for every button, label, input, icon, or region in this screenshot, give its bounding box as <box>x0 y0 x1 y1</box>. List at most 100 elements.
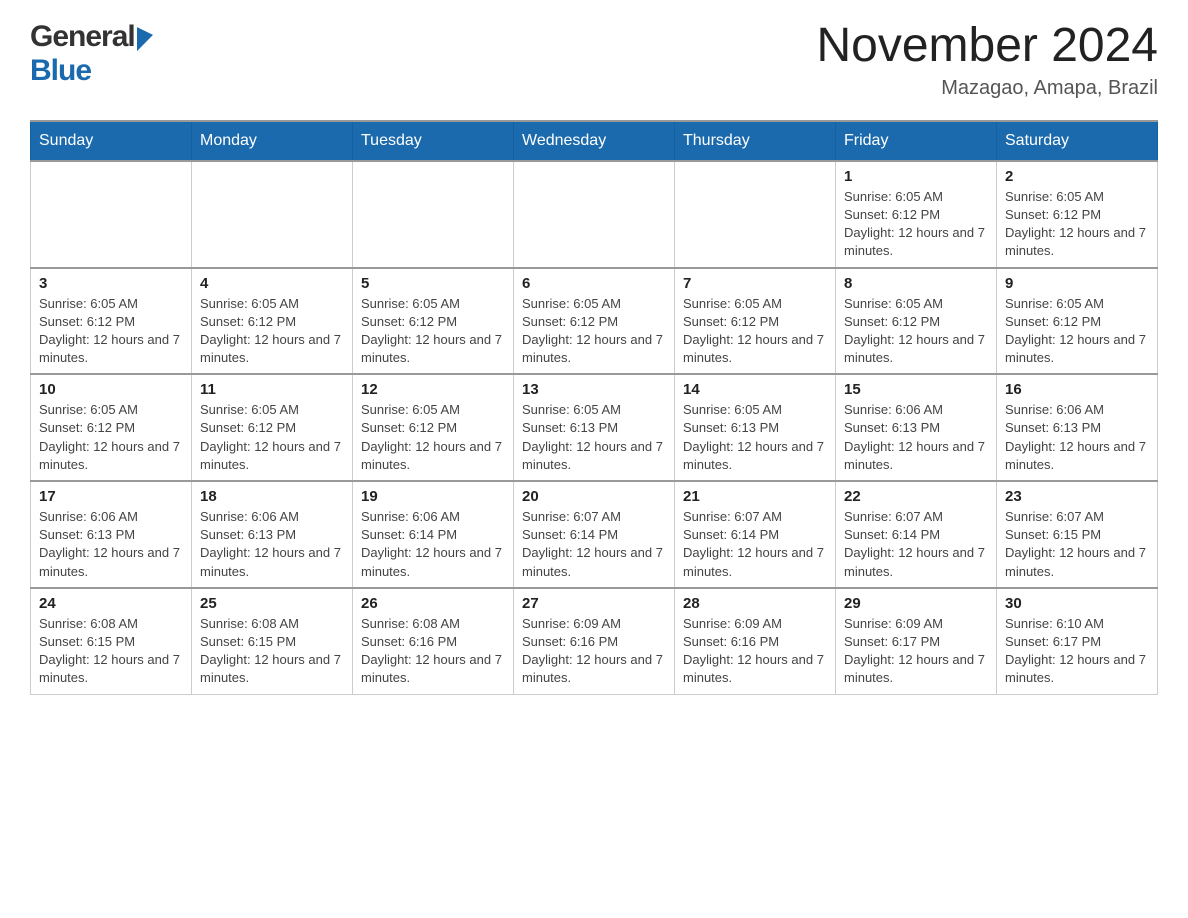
weekday-header-monday: Monday <box>192 121 353 161</box>
calendar-cell: 5 Sunrise: 6:05 AMSunset: 6:12 PMDaylight… <box>353 268 514 375</box>
calendar-cell: 4 Sunrise: 6:05 AMSunset: 6:12 PMDaylight… <box>192 268 353 375</box>
logo-arrow-icon <box>137 23 153 51</box>
weekday-header-row: SundayMondayTuesdayWednesdayThursdayFrid… <box>31 121 1158 161</box>
calendar-cell: 28Sunrise: 6:09 AMSunset: 6:16 PMDayligh… <box>675 588 836 694</box>
day-number: 23 <box>1005 488 1149 505</box>
day-info: Sunrise: 6:05 AMSunset: 6:13 PMDaylight:… <box>522 401 666 474</box>
day-info: Sunrise: 6:06 AMSunset: 6:13 PMDaylight:… <box>200 508 344 581</box>
day-number: 5 <box>361 275 505 292</box>
day-number: 19 <box>361 488 505 505</box>
day-number: 26 <box>361 595 505 612</box>
day-number: 7 <box>683 275 827 292</box>
day-info: Sunrise: 6:07 AMSunset: 6:14 PMDaylight:… <box>844 508 988 581</box>
day-info: Sunrise: 6:05 AMSunset: 6:12 PMDaylight:… <box>844 295 988 368</box>
day-number: 24 <box>39 595 183 612</box>
day-info: Sunrise: 6:06 AMSunset: 6:13 PMDaylight:… <box>39 508 183 581</box>
weekday-header-friday: Friday <box>836 121 997 161</box>
calendar-cell: 20 Sunrise: 6:07 AMSunset: 6:14 PMDayligh… <box>514 481 675 588</box>
day-number: 13 <box>522 381 666 398</box>
calendar-cell: 30 Sunrise: 6:10 AMSunset: 6:17 PMDayligh… <box>997 588 1158 694</box>
day-info: Sunrise: 6:10 AMSunset: 6:17 PMDaylight:… <box>1005 615 1149 688</box>
calendar-cell: 7 Sunrise: 6:05 AMSunset: 6:12 PMDaylight… <box>675 268 836 375</box>
day-info: Sunrise: 6:06 AMSunset: 6:13 PMDaylight:… <box>844 401 988 474</box>
day-info: Sunrise: 6:06 AMSunset: 6:14 PMDaylight:… <box>361 508 505 581</box>
calendar-week-row-1: 1 Sunrise: 6:05 AMSunset: 6:12 PMDaylight… <box>31 161 1158 268</box>
calendar-cell: 6 Sunrise: 6:05 AMSunset: 6:12 PMDaylight… <box>514 268 675 375</box>
day-info: Sunrise: 6:07 AMSunset: 6:14 PMDaylight:… <box>522 508 666 581</box>
day-info: Sunrise: 6:08 AMSunset: 6:15 PMDaylight:… <box>200 615 344 688</box>
calendar-cell: 1 Sunrise: 6:05 AMSunset: 6:12 PMDaylight… <box>836 161 997 268</box>
calendar-cell <box>353 161 514 268</box>
calendar-cell: 17 Sunrise: 6:06 AMSunset: 6:13 PMDayligh… <box>31 481 192 588</box>
day-number: 18 <box>200 488 344 505</box>
day-info: Sunrise: 6:05 AMSunset: 6:13 PMDaylight:… <box>683 401 827 474</box>
logo-general-text: General <box>30 20 135 54</box>
day-info: Sunrise: 6:05 AMSunset: 6:12 PMDaylight:… <box>200 401 344 474</box>
day-number: 12 <box>361 381 505 398</box>
calendar-cell: 12 Sunrise: 6:05 AMSunset: 6:12 PMDayligh… <box>353 374 514 481</box>
calendar-cell: 22 Sunrise: 6:07 AMSunset: 6:14 PMDayligh… <box>836 481 997 588</box>
day-info: Sunrise: 6:09 AMSunset: 6:16 PMDaylight:… <box>683 615 827 688</box>
weekday-header-tuesday: Tuesday <box>353 121 514 161</box>
day-info: Sunrise: 6:09 AMSunset: 6:16 PMDaylight:… <box>522 615 666 688</box>
calendar-cell: 25 Sunrise: 6:08 AMSunset: 6:15 PMDayligh… <box>192 588 353 694</box>
day-info: Sunrise: 6:05 AMSunset: 6:12 PMDaylight:… <box>39 401 183 474</box>
calendar-cell: 13 Sunrise: 6:05 AMSunset: 6:13 PMDayligh… <box>514 374 675 481</box>
day-info: Sunrise: 6:05 AMSunset: 6:12 PMDaylight:… <box>361 401 505 474</box>
calendar-cell: 10 Sunrise: 6:05 AMSunset: 6:12 PMDayligh… <box>31 374 192 481</box>
day-info: Sunrise: 6:05 AMSunset: 6:12 PMDaylight:… <box>683 295 827 368</box>
weekday-header-sunday: Sunday <box>31 121 192 161</box>
day-info: Sunrise: 6:05 AMSunset: 6:12 PMDaylight:… <box>39 295 183 368</box>
calendar-cell: 18 Sunrise: 6:06 AMSunset: 6:13 PMDayligh… <box>192 481 353 588</box>
calendar-cell: 19 Sunrise: 6:06 AMSunset: 6:14 PMDayligh… <box>353 481 514 588</box>
day-info: Sunrise: 6:05 AMSunset: 6:12 PMDaylight:… <box>1005 295 1149 368</box>
calendar-cell: 26 Sunrise: 6:08 AMSunset: 6:16 PMDayligh… <box>353 588 514 694</box>
day-number: 16 <box>1005 381 1149 398</box>
day-info: Sunrise: 6:06 AMSunset: 6:13 PMDaylight:… <box>1005 401 1149 474</box>
calendar-week-row-3: 10 Sunrise: 6:05 AMSunset: 6:12 PMDayligh… <box>31 374 1158 481</box>
day-number: 25 <box>200 595 344 612</box>
calendar-cell <box>31 161 192 268</box>
title-section: November 2024 Mazagao, Amapa, Brazil <box>816 20 1158 100</box>
day-number: 29 <box>844 595 988 612</box>
calendar-cell: 11Sunrise: 6:05 AMSunset: 6:12 PMDayligh… <box>192 374 353 481</box>
day-number: 1 <box>844 168 988 185</box>
day-info: Sunrise: 6:05 AMSunset: 6:12 PMDaylight:… <box>361 295 505 368</box>
location-subtitle: Mazagao, Amapa, Brazil <box>816 77 1158 100</box>
day-number: 27 <box>522 595 666 612</box>
day-number: 10 <box>39 381 183 398</box>
day-info: Sunrise: 6:08 AMSunset: 6:16 PMDaylight:… <box>361 615 505 688</box>
calendar-cell <box>514 161 675 268</box>
calendar-week-row-2: 3 Sunrise: 6:05 AMSunset: 6:12 PMDaylight… <box>31 268 1158 375</box>
calendar-cell: 29 Sunrise: 6:09 AMSunset: 6:17 PMDayligh… <box>836 588 997 694</box>
day-info: Sunrise: 6:09 AMSunset: 6:17 PMDaylight:… <box>844 615 988 688</box>
day-info: Sunrise: 6:05 AMSunset: 6:12 PMDaylight:… <box>200 295 344 368</box>
logo-blue-text: Blue <box>30 54 91 87</box>
day-number: 22 <box>844 488 988 505</box>
day-number: 15 <box>844 381 988 398</box>
day-info: Sunrise: 6:07 AMSunset: 6:14 PMDaylight:… <box>683 508 827 581</box>
day-info: Sunrise: 6:07 AMSunset: 6:15 PMDaylight:… <box>1005 508 1149 581</box>
day-number: 8 <box>844 275 988 292</box>
month-title: November 2024 <box>816 20 1158 73</box>
day-number: 20 <box>522 488 666 505</box>
page-header: General Blue November 2024 Mazagao, Amap… <box>30 20 1158 100</box>
day-info: Sunrise: 6:05 AMSunset: 6:12 PMDaylight:… <box>1005 188 1149 261</box>
day-number: 30 <box>1005 595 1149 612</box>
calendar-cell: 27 Sunrise: 6:09 AMSunset: 6:16 PMDayligh… <box>514 588 675 694</box>
day-number: 14 <box>683 381 827 398</box>
day-number: 17 <box>39 488 183 505</box>
day-number: 3 <box>39 275 183 292</box>
calendar-cell: 9 Sunrise: 6:05 AMSunset: 6:12 PMDaylight… <box>997 268 1158 375</box>
day-number: 9 <box>1005 275 1149 292</box>
day-number: 4 <box>200 275 344 292</box>
calendar-table: SundayMondayTuesdayWednesdayThursdayFrid… <box>30 120 1158 695</box>
weekday-header-wednesday: Wednesday <box>514 121 675 161</box>
day-number: 2 <box>1005 168 1149 185</box>
day-info: Sunrise: 6:05 AMSunset: 6:12 PMDaylight:… <box>522 295 666 368</box>
weekday-header-saturday: Saturday <box>997 121 1158 161</box>
weekday-header-thursday: Thursday <box>675 121 836 161</box>
day-info: Sunrise: 6:08 AMSunset: 6:15 PMDaylight:… <box>39 615 183 688</box>
day-number: 6 <box>522 275 666 292</box>
day-info: Sunrise: 6:05 AMSunset: 6:12 PMDaylight:… <box>844 188 988 261</box>
